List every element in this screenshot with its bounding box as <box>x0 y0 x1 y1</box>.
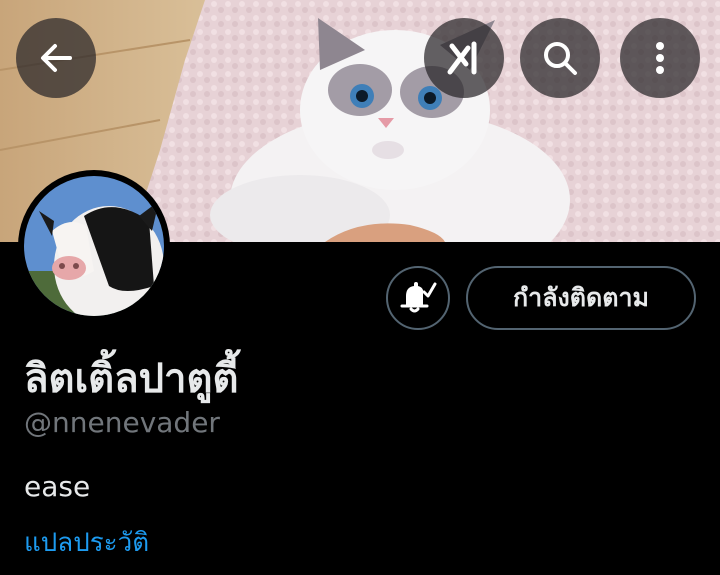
more-vertical-icon <box>656 42 664 74</box>
search-icon <box>544 42 577 75</box>
following-button[interactable]: กำลังติดตาม <box>466 266 696 330</box>
bio-text: ease <box>24 470 91 503</box>
avatar-image <box>24 176 164 316</box>
display-name: ลิตเติ้ลปาตูตี้ <box>24 356 239 402</box>
user-handle: @nnenevader <box>24 406 220 439</box>
more-options-button[interactable] <box>620 18 700 98</box>
avatar[interactable] <box>18 170 170 322</box>
grok-button[interactable] <box>424 18 504 98</box>
notification-button[interactable] <box>386 266 450 330</box>
bell-check-icon <box>400 282 437 313</box>
translate-bio-link[interactable]: แปลประวัติ <box>24 522 149 563</box>
back-button[interactable] <box>16 18 96 98</box>
arrow-left-icon <box>41 44 72 72</box>
grok-icon <box>447 41 477 75</box>
search-button[interactable] <box>520 18 600 98</box>
